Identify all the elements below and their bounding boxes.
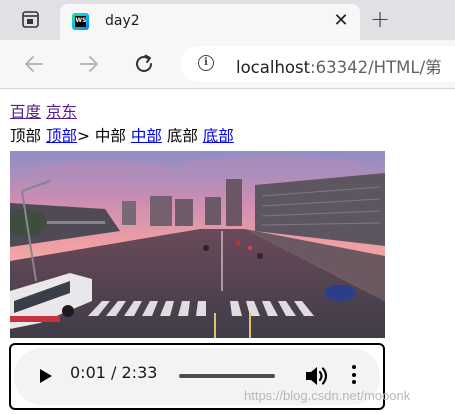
- label-middle: 中部: [94, 127, 126, 145]
- tab-actions-icon[interactable]: [22, 11, 39, 28]
- watermark-text: https://blog.csdn.net/mooonk: [244, 388, 411, 403]
- new-tab-button[interactable]: +: [368, 7, 392, 32]
- link-top[interactable]: 顶部: [46, 127, 77, 145]
- volume-icon[interactable]: [304, 364, 330, 388]
- reload-icon[interactable]: [132, 52, 156, 76]
- back-arrow-icon[interactable]: [22, 52, 46, 76]
- link-middle[interactable]: 中部: [131, 127, 162, 145]
- tab-bar: WS day2 ✕ +: [0, 0, 455, 40]
- street-sunset-image: [10, 151, 385, 338]
- link-baidu[interactable]: 百度: [10, 103, 41, 121]
- link-bottom[interactable]: 底部: [203, 127, 234, 145]
- link-jd[interactable]: 京东: [46, 103, 77, 121]
- time-display: 0:01 / 2:33: [70, 363, 158, 382]
- anchor-links-row: 顶部 顶部> 中部 中部 底部 底部: [10, 124, 234, 146]
- address-bar[interactable]: i localhost:63342/HTML/第: [180, 46, 455, 82]
- label-bottom: 底部: [166, 127, 198, 145]
- arrow-text: >: [76, 127, 90, 145]
- browser-toolbar: i localhost:63342/HTML/第: [0, 40, 455, 89]
- active-tab[interactable]: WS day2 ✕: [60, 4, 360, 40]
- site-info-icon[interactable]: i: [198, 55, 214, 71]
- play-icon[interactable]: [40, 369, 52, 383]
- webstorm-favicon-icon: WS: [72, 13, 89, 30]
- close-tab-icon[interactable]: ✕: [330, 10, 352, 32]
- tab-title: day2: [105, 13, 140, 29]
- forward-arrow-icon[interactable]: [77, 52, 101, 76]
- progress-track[interactable]: [179, 374, 275, 378]
- more-options-icon[interactable]: [352, 365, 358, 387]
- address-text[interactable]: localhost:63342/HTML/第: [236, 54, 442, 78]
- nav-links-row: 百度 京东: [10, 100, 77, 122]
- label-top: 顶部: [10, 127, 42, 145]
